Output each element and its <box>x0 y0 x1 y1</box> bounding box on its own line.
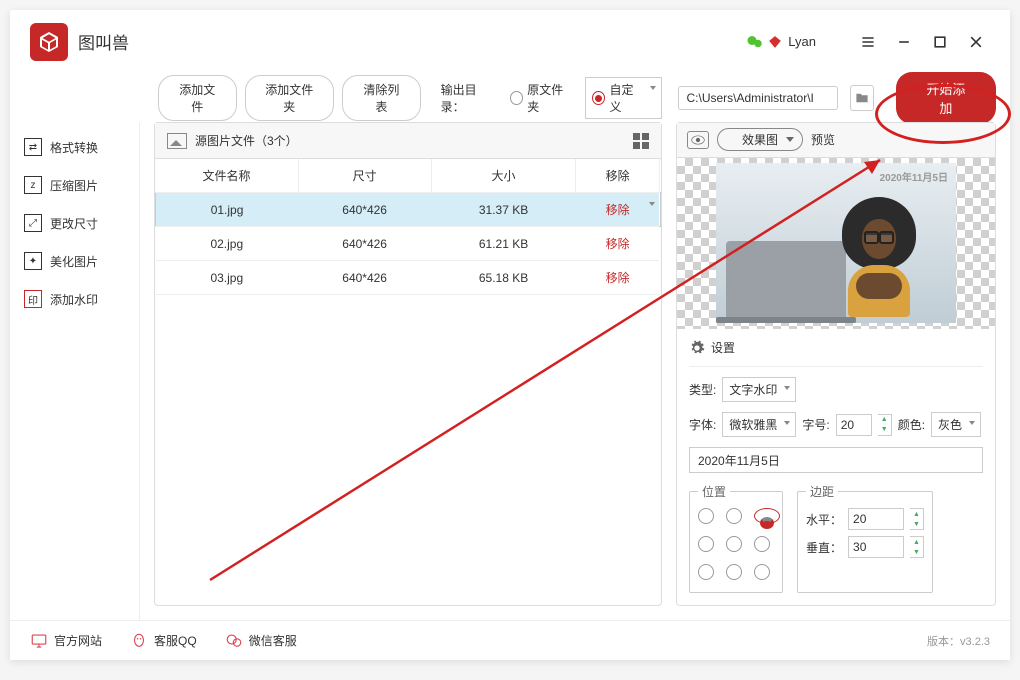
image-icon <box>167 133 187 149</box>
pos-ml[interactable] <box>698 536 714 552</box>
font-label: 字体: <box>689 416 716 433</box>
sidebar-item-resize[interactable]: ⤢更改尺寸 <box>10 204 139 242</box>
size-input[interactable] <box>836 414 872 436</box>
col-bytes: 大小 <box>431 159 576 193</box>
preview-label: 预览 <box>811 131 835 148</box>
type-select[interactable]: 文字水印 <box>722 377 796 402</box>
radio-custom-folder[interactable]: 自定义 <box>585 77 661 119</box>
table-row[interactable]: 01.jpg 640*426 31.37 KB 移除 <box>156 193 661 227</box>
settings-title: 设置 <box>711 339 735 356</box>
file-table: 文件名称 尺寸 大小 移除 01.jpg 640*426 31.37 KB 移除 <box>155 159 661 295</box>
color-label: 颜色: <box>898 416 925 433</box>
sidebar-item-compress[interactable]: z压缩图片 <box>10 166 139 204</box>
output-path-input[interactable] <box>678 86 838 110</box>
diamond-icon <box>768 35 782 49</box>
menu-button[interactable] <box>854 28 882 56</box>
qq-icon <box>130 632 148 650</box>
maximize-button[interactable] <box>926 28 954 56</box>
clear-list-button[interactable]: 清除列表 <box>342 75 421 121</box>
app-logo <box>30 23 68 61</box>
position-group: 位置 <box>689 483 783 593</box>
titlebar: 图叫兽 Lyan <box>10 10 1010 74</box>
app-title: 图叫兽 <box>78 29 129 54</box>
pos-tl[interactable] <box>698 508 714 524</box>
h-margin-label: 水平： <box>806 511 842 528</box>
margin-group: 边距 水平： ▲▼ 垂直： ▲▼ <box>797 483 933 593</box>
effect-dropdown[interactable]: 效果图 <box>717 128 803 151</box>
sidebar: ⇄格式转换 z压缩图片 ⤢更改尺寸 ✦美化图片 印添加水印 <box>10 122 140 620</box>
col-size: 尺寸 <box>298 159 431 193</box>
wechat-icon <box>746 33 764 51</box>
browse-folder-button[interactable] <box>850 85 874 111</box>
watermark-icon: 印 <box>24 290 42 308</box>
wechat-support-icon <box>225 632 243 650</box>
sidebar-item-beautify[interactable]: ✦美化图片 <box>10 242 139 280</box>
add-folder-button[interactable]: 添加文件夹 <box>245 75 335 121</box>
size-label: 字号: <box>802 416 829 433</box>
remove-link[interactable]: 移除 <box>576 261 659 295</box>
font-select[interactable]: 微软雅黑 <box>722 412 796 437</box>
pos-br[interactable] <box>754 564 770 580</box>
start-button[interactable]: 开始添加 <box>896 72 996 124</box>
qq-support-link[interactable]: 客服QQ <box>130 632 197 650</box>
grid-view-button[interactable] <box>633 133 649 149</box>
pos-bc[interactable] <box>726 564 742 580</box>
wechat-support-link[interactable]: 微信客服 <box>225 632 297 650</box>
table-row[interactable]: 02.jpg 640*426 61.21 KB 移除 <box>156 227 661 261</box>
add-file-button[interactable]: 添加文件 <box>158 75 237 121</box>
sidebar-item-watermark[interactable]: 印添加水印 <box>10 280 139 318</box>
remove-link[interactable]: 移除 <box>576 227 659 261</box>
version-label: 版本：v3.2.3 <box>927 633 990 649</box>
radio-original-folder[interactable]: 原文件夹 <box>510 81 571 115</box>
table-row[interactable]: 03.jpg 640*426 65.18 KB 移除 <box>156 261 661 295</box>
pos-bl[interactable] <box>698 564 714 580</box>
pos-mc[interactable] <box>726 536 742 552</box>
v-margin-input[interactable] <box>848 536 904 558</box>
v-spinner[interactable]: ▲▼ <box>910 536 924 558</box>
username: Lyan <box>788 34 816 49</box>
remove-link[interactable]: 移除 <box>576 193 659 227</box>
monitor-icon <box>30 632 48 650</box>
output-label: 输出目录： <box>441 81 497 115</box>
type-label: 类型: <box>689 381 716 398</box>
h-spinner[interactable]: ▲▼ <box>910 508 924 530</box>
official-site-link[interactable]: 官方网站 <box>30 632 102 650</box>
pos-tc[interactable] <box>726 508 742 524</box>
watermark-text-input[interactable] <box>689 447 983 473</box>
file-list-panel: 源图片文件（3个） 文件名称 尺寸 大小 移除 01.jpg 640*426 <box>154 122 662 606</box>
watermark-text-on-image: 2020年11月5日 <box>880 169 948 184</box>
toolbar: 添加文件 添加文件夹 清除列表 输出目录： 原文件夹 自定义 开始添加 <box>10 74 1010 122</box>
preview-panel: 效果图 预览 2020年11月5日 <box>676 122 996 606</box>
preview-image: 2020年11月5日 <box>677 158 995 329</box>
col-name: 文件名称 <box>156 159 299 193</box>
close-button[interactable] <box>962 28 990 56</box>
pos-mr[interactable] <box>754 536 770 552</box>
col-remove: 移除 <box>576 159 659 193</box>
resize-icon: ⤢ <box>24 214 42 232</box>
file-panel-title: 源图片文件（3个） <box>195 132 298 149</box>
sidebar-item-format[interactable]: ⇄格式转换 <box>10 128 139 166</box>
format-icon: ⇄ <box>24 138 42 156</box>
beautify-icon: ✦ <box>24 252 42 270</box>
minimize-button[interactable] <box>890 28 918 56</box>
color-select[interactable]: 灰色 <box>931 412 981 437</box>
v-margin-label: 垂直： <box>806 539 842 556</box>
pos-tr[interactable] <box>754 508 780 524</box>
gear-icon <box>689 340 705 356</box>
h-margin-input[interactable] <box>848 508 904 530</box>
compress-icon: z <box>24 176 42 194</box>
eye-icon <box>687 131 709 149</box>
footer: 官方网站 客服QQ 微信客服 版本：v3.2.3 <box>10 620 1010 660</box>
size-spinner[interactable]: ▲▼ <box>878 414 892 436</box>
